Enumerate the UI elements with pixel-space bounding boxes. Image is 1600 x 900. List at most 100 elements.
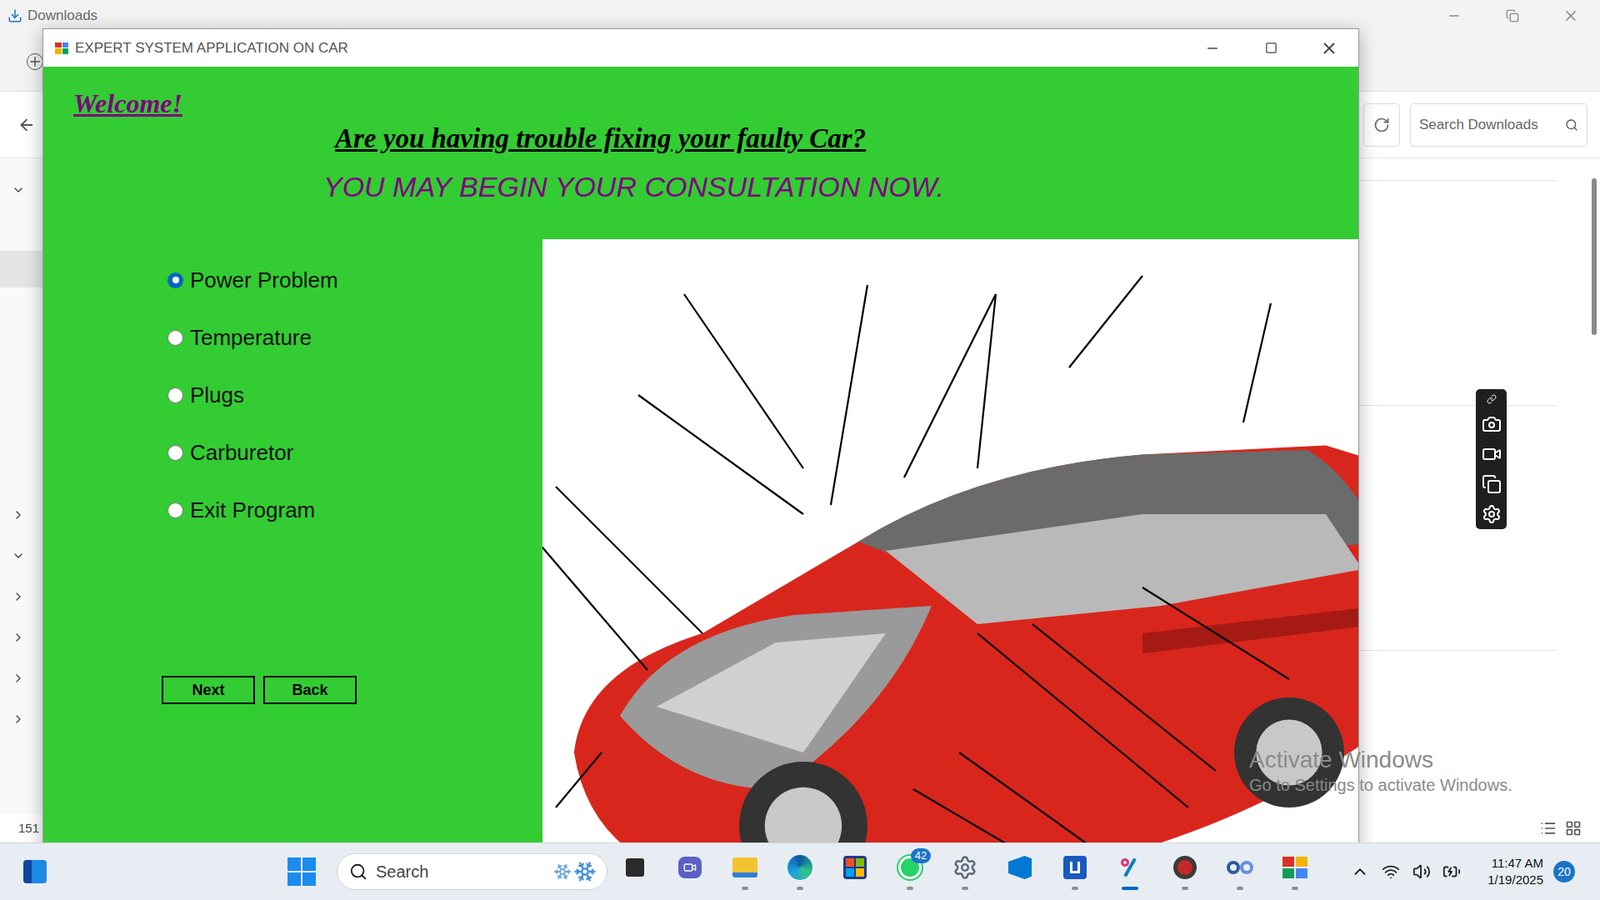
radio-label[interactable]: Plugs	[190, 379, 245, 412]
sidebar-item[interactable]	[0, 578, 43, 615]
running-indicator	[1016, 886, 1024, 890]
watermark-title: Activate Windows	[1249, 745, 1513, 775]
radio-option[interactable]: Temperature	[167, 323, 543, 352]
camera-icon[interactable]	[1481, 414, 1502, 435]
tray-overflow[interactable]	[1345, 862, 1375, 881]
radio-button[interactable]	[167, 445, 184, 461]
app-icon	[625, 853, 645, 882]
refresh-button[interactable]	[1363, 103, 1400, 147]
collapsed-chevron-icon[interactable]	[11, 590, 25, 604]
running-indicator	[1121, 886, 1139, 890]
row-divider	[1350, 650, 1557, 651]
taskbar-app[interactable]	[1157, 843, 1213, 900]
app-badge: 42	[910, 848, 931, 864]
running-indicator	[741, 886, 749, 890]
gear-icon[interactable]	[1481, 504, 1502, 525]
taskbar-app[interactable]	[1267, 843, 1323, 900]
wifi-icon[interactable]	[1375, 862, 1407, 881]
maximize-button[interactable]	[1241, 29, 1300, 67]
sidebar-item[interactable]	[0, 700, 43, 738]
taskbar-app[interactable]	[772, 843, 828, 900]
sidebar-item[interactable]	[0, 171, 43, 209]
restore-button[interactable]	[1483, 0, 1542, 32]
running-indicator	[1236, 886, 1244, 890]
snowflake-icon	[553, 862, 572, 881]
new-tab-icon[interactable]	[26, 53, 44, 70]
tiles-view-icon[interactable]	[1565, 820, 1582, 837]
expanded-chevron-icon[interactable]	[11, 183, 25, 197]
radio-button[interactable]	[167, 272, 184, 289]
radio-button[interactable]	[167, 330, 184, 346]
collapsed-chevron-icon[interactable]	[11, 508, 25, 522]
radio-button[interactable]	[167, 502, 184, 519]
app-icon	[55, 42, 69, 55]
radio-option[interactable]: Plugs	[167, 380, 543, 410]
sidebar-item[interactable]	[0, 619, 43, 656]
taskbar-app[interactable]	[1212, 843, 1268, 900]
widgets-button[interactable]	[0, 843, 70, 900]
heading: Are you having trouble fixing your fault…	[43, 120, 1359, 157]
taskbar-app[interactable]	[1102, 843, 1158, 900]
taskbar-app[interactable]	[607, 843, 663, 900]
video-icon[interactable]	[1481, 444, 1502, 465]
expanded-chevron-icon[interactable]	[11, 549, 25, 563]
close-button[interactable]	[1300, 29, 1359, 67]
taskbar-app[interactable]	[717, 843, 773, 900]
scrollbar[interactable]	[1588, 158, 1600, 815]
taskbar: Search 42 11:47 AM1/19/202520	[0, 842, 1600, 900]
sidebar-item[interactable]	[0, 537, 43, 575]
taskbar-search-placeholder: Search	[375, 859, 429, 885]
radio-option[interactable]: Carburetor	[167, 438, 543, 467]
radio-label[interactable]: Exit Program	[190, 494, 315, 527]
app-icon	[1226, 853, 1254, 882]
options-panel: Power Problem Temperature Plugs Carburetor E…	[43, 239, 543, 900]
app-icon	[952, 853, 978, 882]
running-indicator	[1181, 886, 1189, 890]
running-indicator	[851, 886, 859, 890]
minimize-button[interactable]	[1425, 0, 1484, 32]
collapsed-chevron-icon[interactable]	[11, 671, 25, 685]
collapsed-chevron-icon[interactable]	[11, 712, 25, 726]
app-icon	[1282, 853, 1308, 882]
app-icon	[732, 853, 758, 882]
pinned-apps: 42	[607, 843, 1323, 900]
radio-button[interactable]	[167, 387, 184, 404]
taskbar-app[interactable]	[992, 843, 1048, 900]
sidebar-item[interactable]	[0, 660, 43, 697]
collapsed-chevron-icon[interactable]	[11, 630, 25, 645]
windows-icon[interactable]	[1481, 474, 1502, 495]
taskbar-app[interactable]	[662, 843, 718, 900]
link-icon[interactable]	[1486, 394, 1497, 405]
taskbar-app[interactable]	[827, 843, 883, 900]
taskbar-app[interactable]	[937, 843, 993, 900]
app-window: EXPERT SYSTEM APPLICATION ON CARWelcome!…	[42, 28, 1360, 900]
back-arrow-icon[interactable]	[17, 115, 36, 135]
close-button[interactable]	[1541, 0, 1600, 32]
app-icon	[1008, 853, 1032, 882]
radio-label[interactable]: Power Problem	[190, 264, 339, 297]
taskbar-search[interactable]: Search	[336, 853, 608, 890]
minimize-button[interactable]	[1183, 29, 1242, 67]
details-view-icon[interactable]	[1540, 820, 1557, 837]
radio-label[interactable]: Temperature	[190, 321, 312, 355]
running-indicator	[906, 886, 914, 890]
nav-button[interactable]: Next	[161, 675, 255, 705]
radio-option[interactable]: Exit Program	[167, 495, 543, 525]
notification-center[interactable]: 20	[1543, 860, 1585, 883]
volume-icon[interactable]	[1406, 862, 1437, 881]
taskbar-app[interactable]	[1047, 843, 1103, 900]
search-box[interactable]: Search Downloads	[1410, 103, 1588, 147]
sidebar-item[interactable]	[0, 250, 43, 288]
taskbar-app[interactable]: 42	[882, 843, 938, 900]
radio-label[interactable]: Carburetor	[190, 436, 294, 470]
scrollbar-thumb[interactable]	[1591, 178, 1597, 335]
running-indicator	[961, 886, 969, 890]
battery-icon[interactable]	[1436, 862, 1467, 881]
nav-button[interactable]: Back	[263, 675, 357, 705]
explorer-title: Downloads	[27, 5, 98, 27]
search-placeholder: Search Downloads	[1419, 114, 1560, 136]
sidebar-item[interactable]	[0, 496, 43, 534]
radio-option[interactable]: Power Problem	[167, 265, 543, 295]
start-button[interactable]	[281, 851, 322, 892]
clock[interactable]: 11:47 AM1/19/2025	[1466, 855, 1544, 889]
